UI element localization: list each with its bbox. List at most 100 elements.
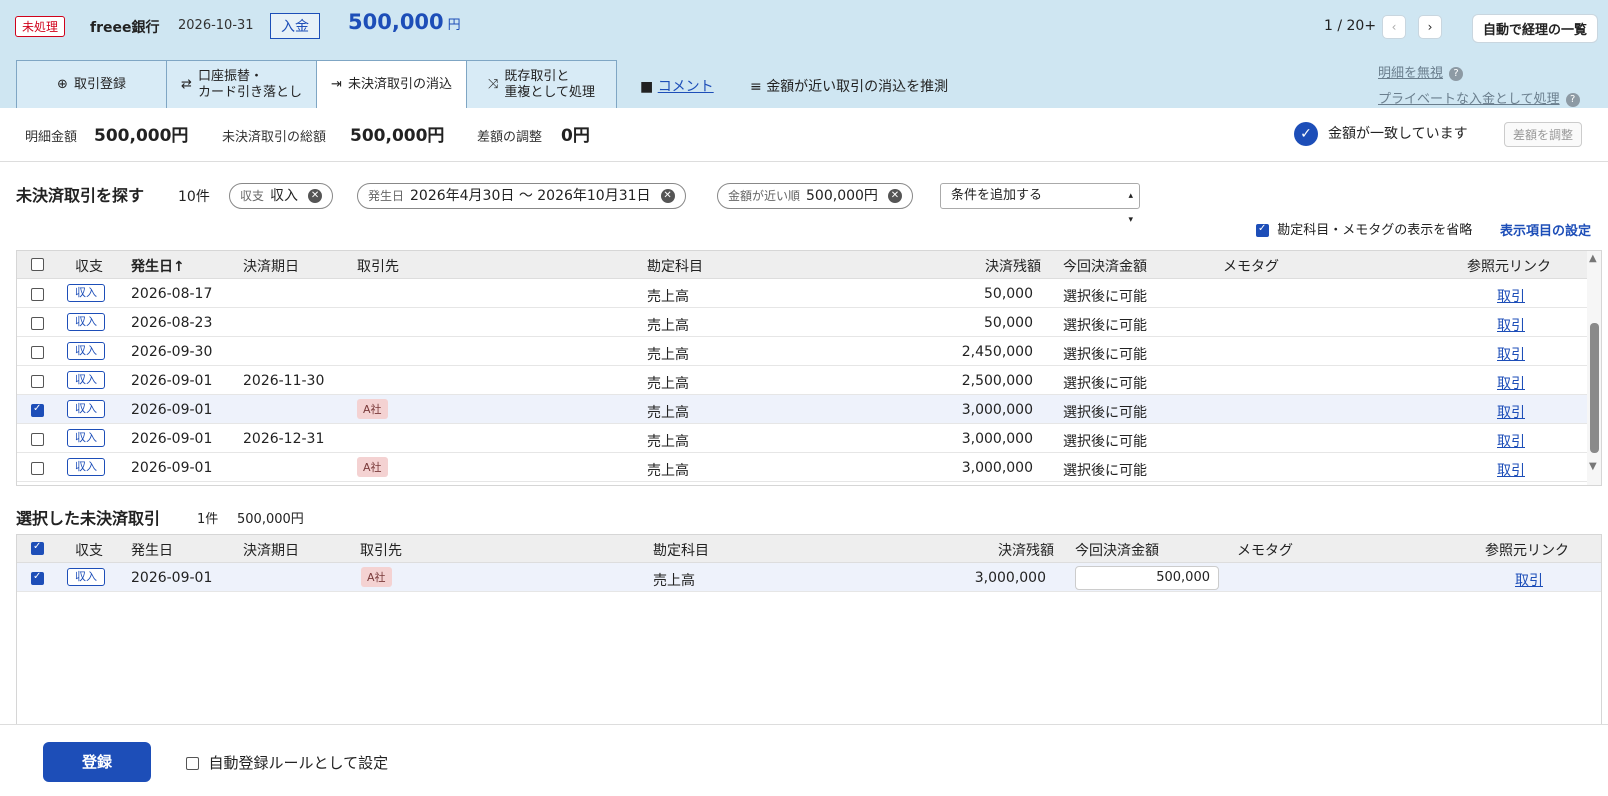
ref-link[interactable]: 取引	[1497, 402, 1525, 422]
diff-value: 0円	[561, 126, 590, 146]
prev-page-button[interactable]: ‹	[1382, 15, 1406, 39]
tab-label: 既存取引と 重複として処理	[504, 68, 596, 100]
filter-chip-sort[interactable]: 金額が近い順 500,000円 ✕	[717, 183, 913, 209]
detail-amount-label: 明細金額	[25, 130, 78, 145]
table-row[interactable]: 収入 2026-09-01 2026-11-30 売上高 2,500,000 選択後に可能…	[17, 366, 1601, 395]
ref-link[interactable]: 取引	[1497, 373, 1525, 393]
tab-register[interactable]: ⊕ 取引登録	[16, 60, 167, 108]
row-due: 2026-11-30	[243, 373, 325, 389]
table-row[interactable]: 収入 2026-09-01 A社 売上高 3,000,000 選択後に可能 取引	[17, 453, 1601, 482]
chevron-right-icon: ›	[1427, 20, 1433, 34]
scroll-down-icon[interactable]: ▼	[1589, 461, 1597, 472]
close-icon[interactable]: ✕	[308, 189, 323, 203]
ref-link[interactable]: 取引	[1497, 286, 1525, 306]
tab-bar: ⊕ 取引登録 ⇄ 口座振替・ カード引き落とし ⇥ 未決済取引の消込 ⤨ 既存取引と 重…	[16, 60, 617, 108]
partner-tag: A社	[361, 567, 392, 587]
filter-chip-date[interactable]: 発生日 2026年4月30日 〜 2026年10月31日 ✕	[357, 183, 686, 209]
help-icon[interactable]: ?	[1565, 92, 1580, 107]
close-icon[interactable]: ✕	[660, 189, 675, 203]
ref-link[interactable]: 取引	[1497, 460, 1525, 480]
comment-link[interactable]: ■ コメント	[640, 76, 714, 96]
auto-rule-option[interactable]: 自動登録ルールとして設定	[186, 752, 388, 773]
tab-duplicate[interactable]: ⤨ 既存取引と 重複として処理	[466, 60, 617, 108]
chip-value: 2026年4月30日 〜 2026年10月31日	[410, 188, 651, 204]
adjust-diff-button[interactable]: 差額を調整	[1504, 122, 1583, 147]
col-this-amount: 今回決済金額	[1075, 543, 1159, 559]
table-row[interactable]: 収入 2026-09-01 A社 売上高 3,000,000 500,000 取…	[17, 563, 1601, 592]
row-due: 2026-12-31	[243, 431, 325, 447]
ref-link[interactable]: 取引	[1515, 570, 1543, 590]
omit-label: 勘定科目・メモタグの表示を省略	[1277, 223, 1473, 238]
settle-amount-input[interactable]: 500,000	[1075, 566, 1219, 590]
auto-list-button[interactable]: 自動で経理の一覧	[1472, 14, 1599, 43]
omit-checkbox[interactable]	[1256, 223, 1269, 237]
transaction-date: 2026-10-31	[178, 18, 254, 33]
close-icon[interactable]: ✕	[887, 189, 902, 203]
chip-value: 500,000円	[806, 188, 878, 204]
col-account: 勘定科目	[653, 543, 709, 559]
add-condition-select[interactable]: 条件を追加する ▴ ▾	[940, 183, 1140, 225]
type-badge: 収入	[67, 458, 105, 476]
select-all-checkbox[interactable]	[31, 541, 44, 555]
duplicate-arrow-icon: ⤨	[487, 76, 499, 92]
scroll-up-icon[interactable]: ▲	[1589, 253, 1597, 264]
row-checkbox[interactable]	[31, 571, 44, 585]
match-status: 金額が一致しています	[1328, 126, 1468, 142]
search-count: 10件	[178, 189, 210, 205]
private-link[interactable]: プライベートな入金として処理?	[1378, 88, 1580, 107]
col-this-amount: 今回決済金額	[1063, 259, 1147, 275]
header-amount: 500,000 円	[348, 10, 461, 34]
auto-rule-checkbox[interactable]	[186, 757, 199, 770]
table-row[interactable]: 収入 2026-09-01 2026-12-31 売上高 3,000,000 選択後に可能…	[17, 424, 1601, 453]
next-page-button[interactable]: ›	[1418, 15, 1442, 39]
register-button[interactable]: 登録	[43, 742, 151, 782]
tab-transfer[interactable]: ⇄ 口座振替・ カード引き落とし	[166, 60, 317, 108]
tab-unsettled[interactable]: ⇥ 未決済取引の消込	[316, 60, 467, 108]
row-this-amount: 選択後に可能	[1063, 318, 1147, 334]
auto-rule-label: 自動登録ルールとして設定	[208, 754, 389, 772]
row-checkbox[interactable]	[31, 403, 44, 417]
col-due: 決済期日	[243, 259, 299, 275]
col-date: 発生日	[131, 543, 173, 559]
selected-count: 1件	[197, 512, 219, 527]
scroll-thumb[interactable]	[1590, 323, 1599, 453]
row-checkbox[interactable]	[31, 432, 44, 446]
row-checkbox[interactable]	[31, 345, 44, 359]
select-all-checkbox[interactable]	[31, 257, 44, 271]
selected-title: 選択した未決済取引	[16, 509, 161, 528]
scrollbar[interactable]: ▲ ▼	[1587, 251, 1601, 485]
row-checkbox[interactable]	[31, 374, 44, 388]
row-balance: 2,450,000	[961, 344, 1033, 360]
row-this-amount: 選択後に可能	[1063, 434, 1147, 450]
row-checkbox[interactable]	[31, 287, 44, 301]
row-this-amount: 選択後に可能	[1063, 347, 1147, 363]
type-badge: 収入	[67, 313, 105, 331]
table-row[interactable]: 収入 2026-09-01 A社 売上高 3,000,000 選択後に可能 取引	[17, 395, 1601, 424]
row-checkbox[interactable]	[31, 316, 44, 330]
omit-option[interactable]: 勘定科目・メモタグの表示を省略	[1256, 219, 1472, 238]
col-memo: メモタグ	[1237, 543, 1293, 559]
header-bar: 未処理 freee銀行 2026-10-31 入金 500,000 円 1 / 2…	[0, 0, 1608, 108]
guess-link[interactable]: ≡ 金額が近い取引の消込を推測	[750, 76, 948, 96]
table-row[interactable]: 収入 2026-08-17 売上高 50,000 選択後に可能 取引	[17, 279, 1601, 308]
row-date: 2026-09-01	[131, 431, 213, 447]
col-type: 収支	[75, 259, 103, 275]
row-checkbox[interactable]	[31, 461, 44, 475]
table-row[interactable]: 収入 2026-09-30 売上高 2,450,000 選択後に可能 取引	[17, 337, 1601, 366]
pager-text: 1 / 20+	[1324, 18, 1377, 34]
row-date: 2026-09-01	[131, 402, 213, 418]
row-balance: 50,000	[984, 286, 1033, 302]
footer-bar: 登録 自動登録ルールとして設定	[0, 724, 1608, 796]
ref-link[interactable]: 取引	[1497, 344, 1525, 364]
ref-link[interactable]: 取引	[1497, 431, 1525, 451]
row-date: 2026-09-01	[131, 570, 213, 586]
amount-value: 500,000	[348, 10, 444, 34]
col-date-sort[interactable]: 発生日↑	[131, 256, 185, 276]
ignore-link[interactable]: 明細を無視?	[1378, 62, 1464, 81]
row-account: 売上高	[647, 376, 689, 392]
display-settings-link[interactable]: 表示項目の設定	[1500, 220, 1591, 239]
table-row[interactable]: 収入 2026-08-23 売上高 50,000 選択後に可能 取引	[17, 308, 1601, 337]
help-icon[interactable]: ?	[1449, 66, 1464, 81]
filter-chip-type[interactable]: 収支 収入 ✕	[229, 183, 334, 209]
ref-link[interactable]: 取引	[1497, 315, 1525, 335]
